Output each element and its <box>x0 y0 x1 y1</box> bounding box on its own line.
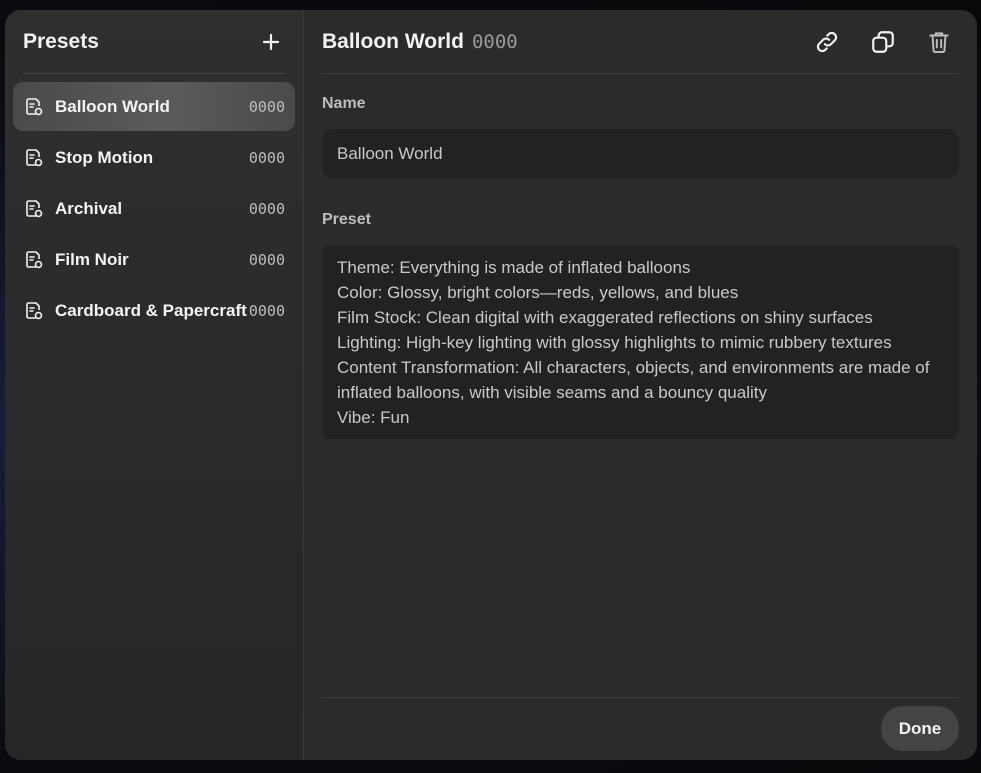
document-preset-icon <box>23 147 45 169</box>
editor-actions <box>813 28 953 56</box>
document-preset-icon <box>23 300 45 322</box>
preset-item-label: Archival <box>55 198 123 218</box>
trash-icon <box>929 31 949 53</box>
preset-item-film-noir[interactable]: Film Noir 0000 <box>13 235 295 284</box>
preset-textarea[interactable]: Theme: Everything is made of inflated ba… <box>322 245 959 439</box>
preset-editor: Balloon World 0000 Name Balloon World Pr… <box>304 10 977 760</box>
sidebar-title: Presets <box>23 29 99 53</box>
duplicate-button[interactable] <box>869 28 897 56</box>
preset-item-label: Cardboard & Papercraft <box>55 300 247 320</box>
document-preset-icon <box>23 249 45 271</box>
presets-dialog: Presets Balloon World 0000 Stop Motion 0… <box>5 10 977 760</box>
preset-item-id: 0000 <box>248 148 285 167</box>
document-preset-icon <box>23 96 45 118</box>
document-preset-icon <box>23 198 45 220</box>
sidebar-header: Presets <box>23 10 285 74</box>
editor-title-id: 0000 <box>471 30 518 53</box>
name-field-label: Name <box>322 95 366 112</box>
name-field[interactable]: Balloon World <box>322 129 959 179</box>
plus-icon <box>262 33 280 50</box>
link-icon <box>816 31 838 52</box>
preset-item-id: 0000 <box>248 199 285 218</box>
editor-title-group: Balloon World 0000 <box>322 30 518 54</box>
delete-button[interactable] <box>925 28 953 56</box>
preset-item-id: 0000 <box>248 301 285 320</box>
preset-item-label: Balloon World <box>55 96 170 116</box>
preset-item-label: Film Noir <box>55 249 129 269</box>
preset-item-id: 0000 <box>248 97 285 116</box>
add-preset-button[interactable] <box>257 28 285 56</box>
preset-item-id: 0000 <box>248 250 285 269</box>
preset-item-balloon-world[interactable]: Balloon World 0000 <box>13 82 295 131</box>
presets-sidebar: Presets Balloon World 0000 Stop Motion 0… <box>5 10 304 760</box>
preset-item-label: Stop Motion <box>55 147 154 167</box>
editor-footer: Done <box>322 697 959 760</box>
preset-item-archival[interactable]: Archival 0000 <box>13 184 295 233</box>
preset-list: Balloon World 0000 Stop Motion 0000 Arch… <box>5 74 303 335</box>
preset-field-label: Preset <box>322 211 371 228</box>
editor-title: Balloon World <box>322 29 464 53</box>
copy-link-button[interactable] <box>813 28 841 56</box>
done-button[interactable]: Done <box>881 706 959 751</box>
preset-item-stop-motion[interactable]: Stop Motion 0000 <box>13 133 295 182</box>
copy-icon <box>872 30 894 53</box>
editor-header: Balloon World 0000 <box>322 10 959 74</box>
preset-item-cardboard-papercraft[interactable]: Cardboard & Papercraft 0000 <box>13 286 295 335</box>
